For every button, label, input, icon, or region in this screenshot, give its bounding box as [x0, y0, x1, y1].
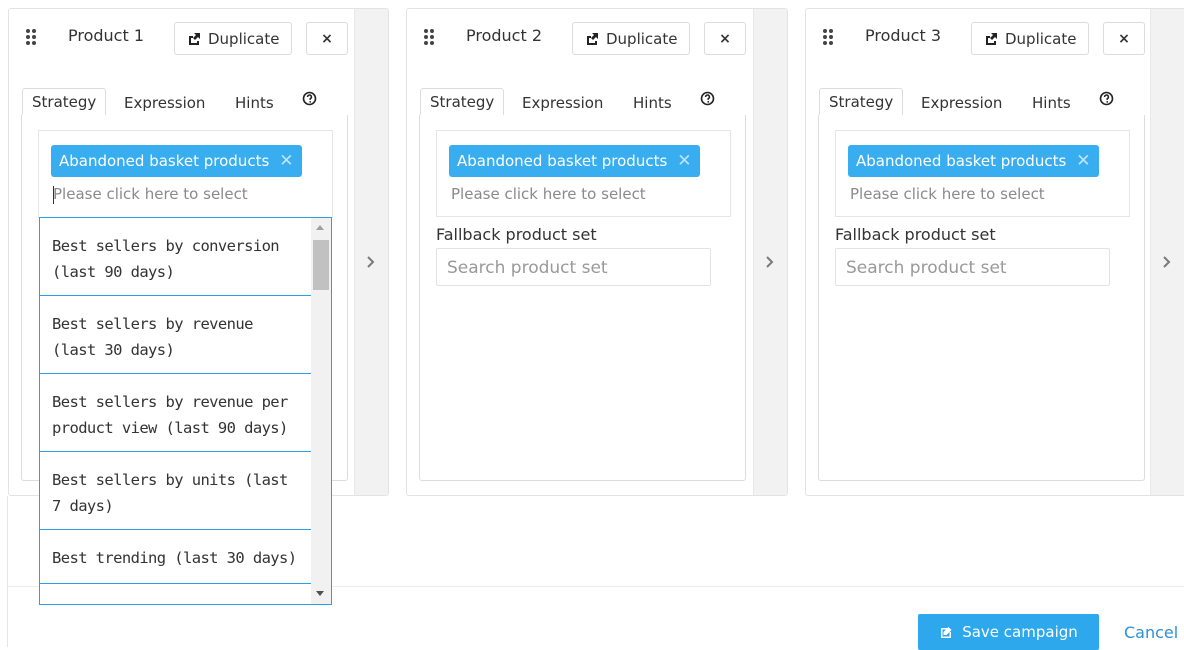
chevron-right-icon[interactable] [761, 253, 779, 271]
selected-tag-label: Abandoned basket products [59, 152, 270, 170]
drag-handle-icon[interactable] [822, 28, 834, 46]
share-icon [986, 32, 997, 45]
duplicate-label: Duplicate [1005, 29, 1077, 48]
duplicate-button[interactable]: Duplicate [572, 22, 690, 55]
selected-tag-label: Abandoned basket products [856, 152, 1067, 170]
select-placeholder: Please click here to select [451, 185, 646, 203]
drag-handle-icon[interactable] [25, 28, 37, 46]
close-button[interactable]: × [1103, 22, 1145, 55]
chevron-right-icon[interactable] [1158, 253, 1176, 271]
dropdown-option[interactable]: Best sellers by revenue per product view… [40, 374, 312, 452]
duplicate-label: Duplicate [208, 29, 280, 48]
tab-strategy[interactable]: Strategy [420, 88, 505, 116]
product-card-3: Product 3 Duplicate × Strategy Expressio… [805, 8, 1184, 496]
selected-tag-label: Abandoned basket products [457, 152, 668, 170]
next-rail[interactable] [753, 9, 787, 495]
product-title: Product 1 [68, 26, 145, 45]
strategy-select[interactable]: Abandoned basket products ✕ Please click… [38, 130, 333, 218]
select-placeholder: Please click here to select [53, 185, 248, 203]
strategy-select[interactable]: Abandoned basket products ✕ Please click… [436, 130, 731, 217]
strategy-select[interactable]: Abandoned basket products ✕ Please click… [835, 130, 1130, 217]
tab-expression[interactable]: Expression [522, 89, 603, 116]
save-campaign-button[interactable]: Save campaign [918, 614, 1099, 650]
close-button[interactable]: × [306, 22, 348, 55]
selected-tag: Abandoned basket products ✕ [51, 145, 302, 177]
duplicate-button[interactable]: Duplicate [174, 22, 292, 55]
tab-hints[interactable]: Hints [1032, 89, 1071, 116]
next-rail[interactable] [354, 9, 388, 495]
product-title: Product 2 [466, 26, 543, 45]
help-circle-icon[interactable] [302, 91, 317, 106]
dropdown-option[interactable]: Best sellers by conversion (last 90 days… [40, 218, 312, 296]
help-circle-icon[interactable] [1099, 91, 1114, 106]
product-title: Product 3 [865, 26, 942, 45]
fallback-label: Fallback product set [436, 225, 597, 244]
save-label: Save campaign [962, 623, 1078, 641]
help-circle-icon[interactable] [700, 91, 715, 106]
share-icon [587, 32, 598, 45]
selected-tag: Abandoned basket products ✕ [449, 145, 700, 177]
next-rail[interactable] [1150, 9, 1184, 495]
fallback-search-input[interactable]: Search product set [436, 248, 711, 286]
duplicate-button[interactable]: Duplicate [971, 22, 1089, 55]
tab-strategy[interactable]: Strategy [819, 88, 904, 116]
chevron-right-icon[interactable] [362, 253, 380, 271]
tab-hints[interactable]: Hints [633, 89, 672, 116]
tab-expression[interactable]: Expression [921, 89, 1002, 116]
strategy-panel: Abandoned basket products ✕ Please click… [818, 115, 1145, 481]
close-button[interactable]: × [704, 22, 746, 55]
dropdown-scrollbar[interactable] [311, 218, 331, 604]
strategy-panel: Abandoned basket products ✕ Please click… [419, 115, 746, 481]
dropdown-option[interactable]: Best trending (last 30 days) [40, 530, 312, 584]
scrollbar-thumb[interactable] [313, 240, 329, 290]
remove-tag-icon[interactable]: ✕ [1076, 151, 1090, 171]
tab-expression[interactable]: Expression [124, 89, 205, 116]
duplicate-label: Duplicate [606, 29, 678, 48]
select-placeholder: Please click here to select [850, 185, 1045, 203]
edit-icon [941, 626, 952, 638]
dropdown-option[interactable]: Best sellers by units (last 7 days) [40, 452, 312, 530]
product-card-2: Product 2 Duplicate × Strategy Expressio… [406, 8, 788, 496]
scroll-up-icon[interactable] [316, 225, 324, 230]
selected-tag: Abandoned basket products ✕ [848, 145, 1099, 177]
remove-tag-icon[interactable]: ✕ [279, 151, 293, 171]
fallback-search-input[interactable]: Search product set [835, 248, 1110, 286]
fallback-label: Fallback product set [835, 225, 996, 244]
tab-hints[interactable]: Hints [235, 89, 274, 116]
tab-strategy[interactable]: Strategy [22, 88, 107, 116]
remove-tag-icon[interactable]: ✕ [677, 151, 691, 171]
share-icon [189, 32, 200, 45]
scroll-down-icon[interactable] [316, 591, 324, 596]
drag-handle-icon[interactable] [423, 28, 435, 46]
left-rule [7, 496, 8, 647]
cancel-link[interactable]: Cancel [1124, 623, 1178, 642]
strategy-dropdown: Best sellers by conversion (last 90 days… [39, 217, 332, 605]
dropdown-option[interactable]: Best sellers by revenue (last 30 days) [40, 296, 312, 374]
